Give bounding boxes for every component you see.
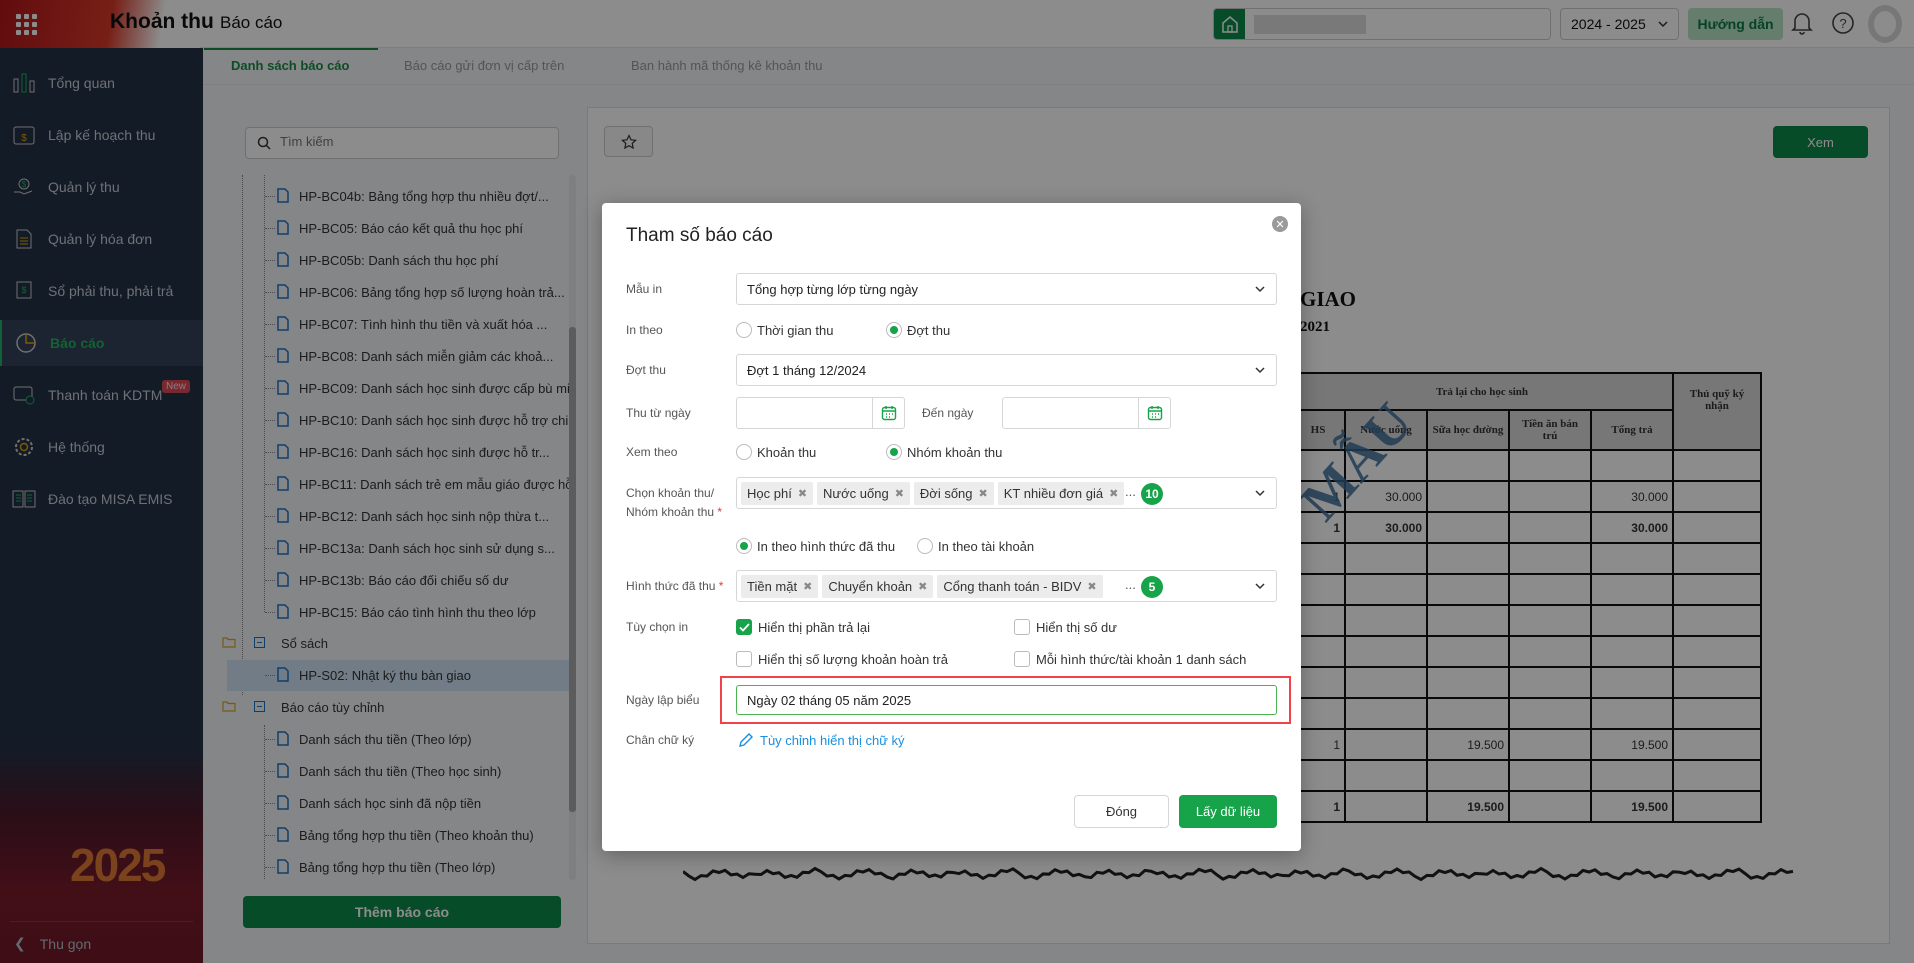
radio-label: Đợt thu [907,322,951,338]
calendar-icon[interactable] [1138,398,1170,428]
radio-label: In theo tài khoản [938,538,1035,554]
close-icon[interactable]: ✕ [1272,216,1288,232]
checkbox-empty-icon [736,651,752,667]
methods-label-text: Hình thức đã thu [626,579,716,593]
checkbox-empty-icon [1014,619,1030,635]
chevron-down-icon [1254,283,1266,298]
more-indicator: ... [1125,484,1136,499]
from-date-label: Thu từ ngày [626,406,691,420]
chevron-down-icon[interactable] [1254,487,1266,502]
radio-label: In theo hình thức đã thu [757,538,896,554]
tag-label: Cổng thanh toán - BIDV [943,579,1082,594]
selected-count-badge: 5 [1141,576,1163,598]
fee-tag: Đời sống ✖ [913,482,994,505]
selected-count-badge: 10 [1141,483,1163,505]
fees-label: Chọn khoản thu/ [626,486,714,500]
remove-tag-icon[interactable]: ✖ [918,580,927,593]
period-value: Đợt 1 tháng 12/2024 [747,363,867,378]
remove-tag-icon[interactable]: ✖ [798,487,807,500]
payment-methods-multiselect[interactable]: Tiền mặt ✖ Chuyển khoản ✖ Cổng thanh toán - … [736,570,1277,602]
radio-view-by-fee[interactable]: Khoản thu [736,444,816,460]
option-label: Mỗi hình thức/tài khoản 1 danh sách [1036,651,1247,667]
remove-tag-icon[interactable]: ✖ [1109,487,1118,500]
fee-tag: Nước uống ✖ [817,482,910,505]
payment-method-tag: Cổng thanh toán - BIDV ✖ [937,575,1103,598]
view-by-label: Xem theo [626,445,678,459]
signature-label: Chân chữ ký [626,733,695,747]
print-option-checkbox[interactable]: Mỗi hình thức/tài khoản 1 danh sách [1014,651,1246,667]
radio-print-by-period[interactable]: Đợt thu [886,322,950,338]
fee-tag: KT nhiều đơn giá ✖ [997,482,1125,505]
from-date-input[interactable] [736,397,905,429]
payment-method-tag: Tiền mặt ✖ [741,575,819,598]
report-date-input[interactable] [736,685,1277,715]
radio-print-by-account[interactable]: In theo tài khoản [917,538,1034,554]
print-options-label: Tùy chọn in [626,620,689,634]
payment-method-tag: Chuyển khoản ✖ [822,575,934,598]
template-label: Mẫu in [626,282,663,296]
required-marker: * [718,579,724,593]
radio-label: Nhóm khoản thu [907,444,1003,460]
more-indicator: ... [1125,577,1136,592]
report-parameters-dialog: Tham số báo cáo ✕ Mẫu in Tổng hợp từng l… [602,203,1301,851]
print-option-checkbox[interactable]: Hiển thị phần trả lại [736,619,870,635]
radio-view-by-fee-group[interactable]: Nhóm khoản thu [886,444,1002,460]
remove-tag-icon[interactable]: ✖ [979,487,988,500]
to-date-input[interactable] [1002,397,1171,429]
print-option-checkbox[interactable]: Hiển thị số lượng khoản hoàn trả [736,651,948,667]
tag-label: Nước uống [823,486,889,501]
radio-print-by-payment-method[interactable]: In theo hình thức đã thu [736,538,895,554]
fees-label-text: Nhóm khoản thu [626,505,715,519]
radio-print-by-time[interactable]: Thời gian thu [736,322,833,338]
option-label: Hiển thị số lượng khoản hoàn trả [758,651,948,667]
remove-tag-icon[interactable]: ✖ [803,580,812,593]
tag-label: KT nhiều đơn giá [1003,486,1104,501]
template-value: Tổng hợp từng lớp từng ngày [747,282,919,297]
option-label: Hiển thị phần trả lại [758,619,871,635]
period-select[interactable]: Đợt 1 tháng 12/2024 [736,354,1277,386]
calendar-icon[interactable] [872,398,904,428]
remove-tag-icon[interactable]: ✖ [1087,580,1096,593]
fee-tag: Học phí ✖ [741,482,814,505]
link-label: Tùy chỉnh hiển thị chữ ký [760,732,905,748]
radio-label: Thời gian thu [757,322,834,338]
fees-multiselect[interactable]: Học phí ✖ Nước uống ✖ Đời sống ✖ KT nhiều đơn … [736,477,1277,509]
period-label: Đợt thu [626,363,666,377]
pencil-icon [739,733,753,747]
tag-label: Học phí [747,486,792,501]
chevron-down-icon[interactable] [1254,580,1266,595]
option-label: Hiển thị số dư [1036,619,1117,635]
to-date-label: Đến ngày [922,406,974,420]
radio-label: Khoản thu [757,444,817,460]
customize-signature-link[interactable]: Tùy chỉnh hiển thị chữ ký [738,732,905,748]
tag-label: Đời sống [919,486,973,501]
template-select[interactable]: Tổng hợp từng lớp từng ngày [736,273,1277,305]
print-option-checkbox[interactable]: Hiển thị số dư [1014,619,1117,635]
fees-label-line2: Nhóm khoản thu * [626,505,722,519]
tag-label: Chuyển khoản [828,579,913,594]
print-by-label: In theo [626,323,663,337]
report-date-label: Ngày lập biểu [626,693,700,707]
fees-label-line1: Chọn khoản thu/ [626,486,715,500]
checkbox-checked-icon [736,619,752,635]
remove-tag-icon[interactable]: ✖ [895,487,904,500]
tag-label: Tiền mặt [747,579,798,594]
close-button[interactable]: Đóng [1074,795,1169,828]
dialog-title: Tham số báo cáo [626,225,773,246]
required-marker: * [717,505,723,519]
methods-label: Hình thức đã thu * [626,579,723,593]
fetch-data-button[interactable]: Lấy dữ liệu [1179,795,1277,828]
checkbox-empty-icon [1014,651,1030,667]
chevron-down-icon [1254,364,1266,379]
